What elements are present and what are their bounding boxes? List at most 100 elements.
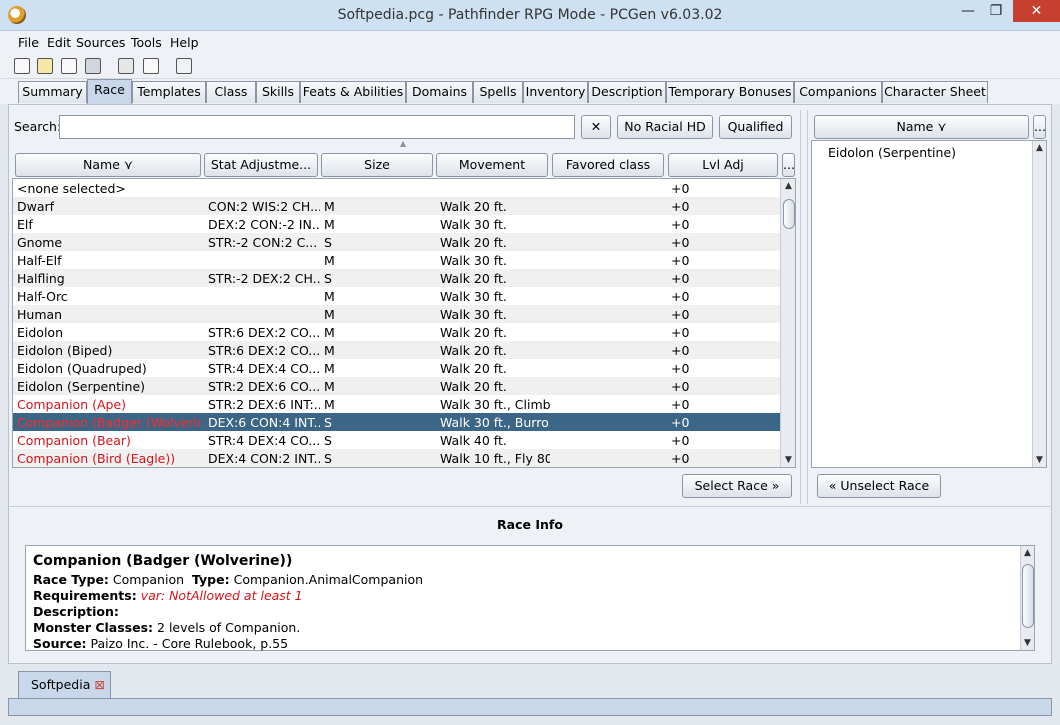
table-row[interactable]: Eidolon (Biped) STR:6 DEX:2 CO... M Walk 20…: [13, 341, 780, 359]
table-row[interactable]: Companion (Badger (Wolverine DEX:6 CON:4 …: [13, 413, 780, 431]
column-favored-class[interactable]: Favored class: [552, 153, 664, 177]
preferences-icon[interactable]: [176, 58, 192, 74]
no-racial-hd-button[interactable]: No Racial HD: [617, 115, 713, 139]
close-window-button[interactable]: ✕: [1013, 0, 1060, 22]
cell-move: Walk 40 ft.: [440, 433, 507, 448]
table-row[interactable]: Eidolon (Quadruped) STR:4 DEX:4 CO... M Wal…: [13, 359, 780, 377]
tab-description[interactable]: Description: [588, 81, 666, 103]
scroll-up-icon[interactable]: ▲: [1033, 143, 1046, 153]
close-tab-icon[interactable]: ⊠: [94, 677, 104, 692]
table-row[interactable]: Eidolon STR:6 DEX:2 CO... M Walk 20 ft. +0: [13, 323, 780, 341]
table-row[interactable]: Companion (Bird (Eagle)) DEX:4 CON:2 INT.…: [13, 449, 780, 467]
search-input[interactable]: [59, 115, 575, 139]
tab-temporary-bonuses[interactable]: Temporary Bonuses: [666, 81, 794, 103]
new-character-icon[interactable]: [14, 58, 30, 74]
cell-size: S: [324, 451, 332, 466]
open-folder-icon[interactable]: [37, 58, 53, 74]
tab-race[interactable]: Race: [87, 79, 132, 104]
cell-lvl: +0: [671, 415, 690, 430]
scroll-down-icon[interactable]: ▼: [1033, 455, 1046, 465]
cell-lvl: +0: [671, 433, 690, 448]
cell-name: Gnome: [17, 235, 63, 250]
cell-move: Walk 20 ft.: [440, 325, 507, 340]
select-race-button[interactable]: Select Race »: [682, 474, 792, 498]
selected-column-name[interactable]: Name ⋎: [814, 115, 1029, 139]
scroll-thumb[interactable]: [1022, 564, 1034, 628]
tab-domains[interactable]: Domains: [406, 81, 473, 103]
menu-edit[interactable]: Edit: [47, 35, 71, 50]
tab-character-sheet[interactable]: Character Sheet: [882, 81, 988, 103]
selected-list-scrollbar[interactable]: ▲ ▼: [1032, 141, 1046, 467]
unselect-race-button[interactable]: « Unselect Race: [817, 474, 941, 498]
maximize-button[interactable]: ❐: [983, 0, 1009, 22]
cell-name: Human: [17, 307, 63, 322]
character-tab-softpedia[interactable]: Softpedia ⊠: [18, 671, 111, 698]
table-row[interactable]: Elf DEX:2 CON:-2 IN... M Walk 30 ft. +0: [13, 215, 780, 233]
menu-help[interactable]: Help: [170, 35, 199, 50]
table-row[interactable]: Half-Elf M Walk 30 ft. +0: [13, 251, 780, 269]
table-row[interactable]: <none selected> +0: [13, 179, 780, 197]
table-row[interactable]: Halfling STR:-2 DEX:2 CH... S Walk 20 ft. +0: [13, 269, 780, 287]
save-icon[interactable]: [85, 58, 101, 74]
tab-summary[interactable]: Summary: [18, 81, 87, 103]
race-table-scrollbar[interactable]: ▲ ▼: [780, 179, 795, 467]
column-stat-adjustment[interactable]: Stat Adjustme...: [204, 153, 318, 177]
table-row[interactable]: Gnome STR:-2 CON:2 C... S Walk 20 ft. +0: [13, 233, 780, 251]
close-character-icon[interactable]: [61, 58, 77, 74]
cell-name: Companion (Badger (Wolverine: [17, 415, 201, 430]
tab-feats-abilities[interactable]: Feats & Abilities: [300, 81, 406, 103]
scroll-up-icon[interactable]: ▲: [781, 181, 795, 191]
race-info-monster-classes: Monster Classes: 2 levels of Companion.: [33, 620, 301, 635]
cell-stat: STR:6 DEX:2 CO...: [208, 343, 320, 358]
race-info-requirements: Requirements: var: NotAllowed at least 1: [33, 588, 303, 603]
menu-file[interactable]: File: [18, 35, 39, 50]
vertical-splitter[interactable]: [800, 110, 808, 504]
tab-inventory[interactable]: Inventory: [523, 81, 588, 103]
tab-companions[interactable]: Companions: [794, 81, 882, 103]
race-info-scrollbar[interactable]: ▲ ▼: [1020, 546, 1034, 650]
cell-size: S: [324, 271, 332, 286]
chevron-left-icon: «: [828, 478, 837, 493]
tab-spells[interactable]: Spells: [473, 81, 523, 103]
column-size[interactable]: Size: [321, 153, 433, 177]
horizontal-splitter[interactable]: [8, 506, 1052, 514]
tab-templates[interactable]: Templates: [132, 81, 206, 103]
cell-lvl: +0: [671, 289, 690, 304]
tab-skills[interactable]: Skills: [256, 81, 300, 103]
clear-search-button[interactable]: ✕: [581, 115, 611, 139]
scroll-up-icon[interactable]: ▲: [1021, 548, 1034, 558]
table-row[interactable]: Companion (Ape) STR:2 DEX:6 INT:... M Walk …: [13, 395, 780, 413]
column-movement[interactable]: Movement: [436, 153, 548, 177]
print-icon[interactable]: [118, 58, 134, 74]
scroll-thumb[interactable]: [783, 199, 795, 229]
tab-class[interactable]: Class: [206, 81, 256, 103]
column-lvl-adj[interactable]: Lvl Adj: [668, 153, 778, 177]
table-row[interactable]: Human M Walk 30 ft. +0: [13, 305, 780, 323]
cell-move: Walk 20 ft.: [440, 361, 507, 376]
cell-move: Walk 30 ft., Burro...: [440, 415, 550, 430]
column-chooser-button[interactable]: ...: [782, 153, 795, 177]
selected-race-item[interactable]: Eidolon (Serpentine): [828, 145, 956, 160]
cell-lvl: +0: [671, 253, 690, 268]
table-row[interactable]: Companion (Bear) STR:4 DEX:4 CO... S Walk 4…: [13, 431, 780, 449]
menu-sources[interactable]: Sources: [76, 35, 125, 50]
cell-name: Companion (Ape): [17, 397, 127, 412]
cell-lvl: +0: [671, 235, 690, 250]
scroll-down-icon[interactable]: ▼: [781, 455, 795, 465]
menu-tools[interactable]: Tools: [131, 35, 162, 50]
cell-size: M: [324, 361, 335, 376]
scroll-down-icon[interactable]: ▼: [1021, 638, 1034, 648]
export-icon[interactable]: [143, 58, 159, 74]
qualified-button[interactable]: Qualified: [719, 115, 792, 139]
column-name[interactable]: Name ⋎: [15, 153, 201, 177]
cell-size: M: [324, 343, 335, 358]
table-row[interactable]: Dwarf CON:2 WIS:2 CH... M Walk 20 ft. +0: [13, 197, 780, 215]
cell-size: M: [324, 217, 335, 232]
race-info-name: Companion (Badger (Wolverine)): [33, 553, 293, 569]
table-row[interactable]: Eidolon (Serpentine) STR:2 DEX:6 CO... M Wa…: [13, 377, 780, 395]
table-row[interactable]: Half-Orc M Walk 30 ft. +0: [13, 287, 780, 305]
cell-move: Walk 10 ft., Fly 80...: [440, 451, 550, 466]
minimize-button[interactable]: —: [955, 0, 981, 22]
selected-column-chooser[interactable]: ...: [1033, 115, 1046, 139]
splitter-up-icon[interactable]: ▲: [400, 139, 406, 148]
